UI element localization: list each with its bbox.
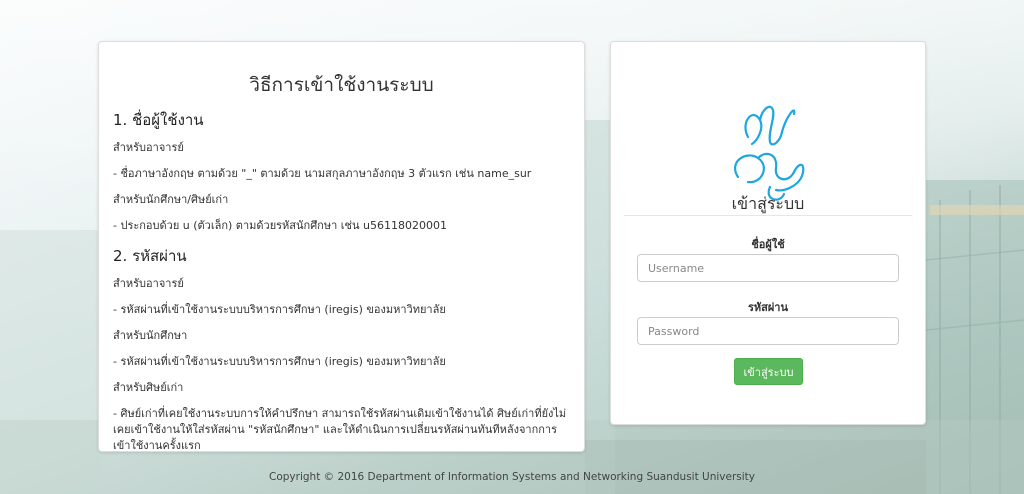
student-username-text: - ประกอบด้วย u (ตัวเล็ก) ตามด้วยรหัสนักศ…: [113, 219, 447, 232]
username-label: ชื่อผู้ใช้: [751, 238, 785, 251]
teacher-password-text: - รหัสผ่านที่เข้าใช้งานระบบบริหารการศึกษ…: [113, 303, 446, 316]
username-section-heading: 1. ชื่อผู้ใช้งาน: [113, 111, 204, 129]
instructions-title: วิธีการเข้าใช้งานระบบ: [249, 74, 434, 96]
alumni-password-label: สำหรับศิษย์เก่า: [113, 381, 184, 394]
login-divider: [624, 215, 912, 216]
alumni-password-text: - ศิษย์เก่าที่เคยใช้งานระบบการให้คำปรึกษ…: [113, 407, 567, 452]
password-input[interactable]: [637, 317, 899, 345]
footer-copyright: Copyright © 2016 Department of Informati…: [269, 471, 755, 483]
login-title: เข้าสู่ระบบ: [731, 194, 805, 213]
teacher-username-label: สำหรับอาจารย์: [113, 141, 184, 154]
instructions-panel: วิธีการเข้าใช้งานระบบ 1. ชื่อผู้ใช้งาน ส…: [98, 41, 585, 452]
username-input[interactable]: [637, 254, 899, 282]
teacher-username-text: - ชื่อภาษาอังกฤษ ตามด้วย "_" ตามด้วย นาม…: [113, 167, 532, 180]
student-password-label: สำหรับนักศึกษา: [113, 329, 188, 342]
student-username-label: สำหรับนักศึกษา/ศิษย์เก่า: [113, 193, 229, 206]
login-button[interactable]: เข้าสู่ระบบ: [734, 358, 803, 385]
teacher-password-label: สำหรับอาจารย์: [113, 277, 184, 290]
student-password-text: - รหัสผ่านที่เข้าใช้งานระบบบริหารการศึกษ…: [113, 355, 446, 368]
login-panel: เข้าสู่ระบบ ชื่อผู้ใช้ รหัสผ่าน เข้าสู่ร…: [610, 41, 926, 425]
password-section-heading: 2. รหัสผ่าน: [113, 247, 187, 265]
password-label: รหัสผ่าน: [747, 301, 788, 314]
